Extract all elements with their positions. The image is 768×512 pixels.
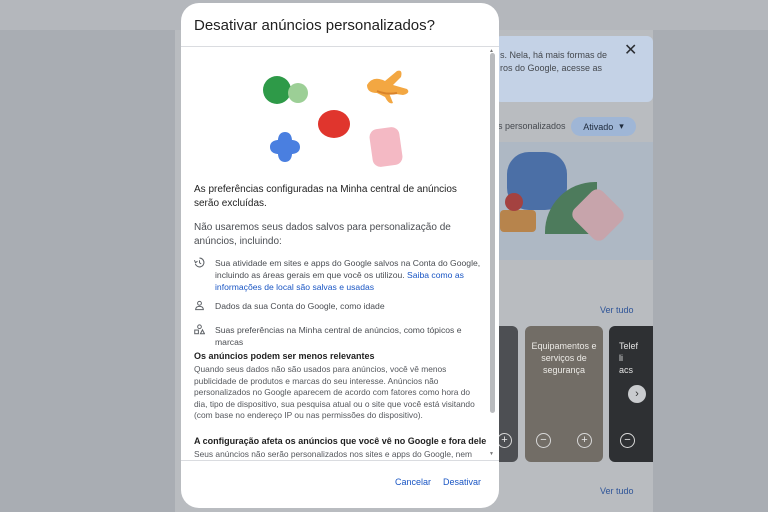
topic-card-title: Equipamentos e serviços de segurança <box>531 341 597 375</box>
illustration-orange-plane <box>367 70 409 104</box>
history-icon <box>193 257 206 269</box>
red-shape <box>505 193 523 211</box>
dialog-content[interactable]: As preferências configuradas na Minha ce… <box>181 47 499 460</box>
cancel-button[interactable]: Cancelar <box>395 477 431 487</box>
dialog-title: Desativar anúncios personalizados? <box>194 17 435 34</box>
chevron-down-icon: ▾ <box>619 121 624 131</box>
shapes-icon <box>194 324 206 336</box>
turn-off-button[interactable]: Desativar <box>443 477 481 487</box>
info-banner-text: s. Nela, há mais formas de ros do Google… <box>500 50 608 73</box>
remove-icon[interactable]: − <box>536 433 551 448</box>
scroll-down-icon[interactable]: ▼ <box>489 451 494 457</box>
illustration-pink-block <box>368 126 404 168</box>
data-not-used-intro: Não usaremos seus dados salvos para pers… <box>194 222 451 247</box>
section-text-scope: Seus anúncios não serão personalizados n… <box>194 449 472 459</box>
person-icon <box>194 300 206 312</box>
divider <box>181 460 499 461</box>
deletion-warning: As preferências configuradas na Minha ce… <box>194 184 457 209</box>
scrollbar-thumb[interactable] <box>490 53 495 413</box>
topic-card-title: Telef li acs <box>619 341 639 375</box>
section-title-scope: A configuração afeta os anúncios que voc… <box>194 436 487 446</box>
illustration-red-ball <box>318 110 350 138</box>
toggle-state-label: Ativado <box>583 121 614 132</box>
illustration-light-green-circle <box>288 83 308 103</box>
personalized-ads-label: s personalizados <box>498 121 566 131</box>
list-item-text: Suas preferências na Minha central de an… <box>215 325 462 347</box>
close-icon[interactable]: ✕ <box>624 40 637 60</box>
section-text-relevance: Quando seus dados não são usados para an… <box>194 364 475 420</box>
section-title-relevance: Os anúncios podem ser menos relevantes <box>194 351 375 361</box>
illustration-green-circle <box>263 76 291 104</box>
orange-shape <box>500 210 536 232</box>
personalized-ads-toggle[interactable]: Ativado ▾ <box>571 117 636 136</box>
add-icon[interactable]: + <box>497 433 512 448</box>
turn-off-personalized-ads-dialog: Desativar anúncios personalizados? As pr… <box>181 3 499 508</box>
illustration-blue-flower <box>270 132 300 162</box>
list-item-text: Dados da sua Conta do Google, como idade <box>215 301 385 311</box>
see-all-link[interactable]: Ver tudo <box>600 305 634 315</box>
remove-icon[interactable]: − <box>620 433 635 448</box>
carousel-next-button[interactable]: › <box>628 385 646 403</box>
add-icon[interactable]: + <box>577 433 592 448</box>
see-all-link[interactable]: Ver tudo <box>600 486 634 496</box>
